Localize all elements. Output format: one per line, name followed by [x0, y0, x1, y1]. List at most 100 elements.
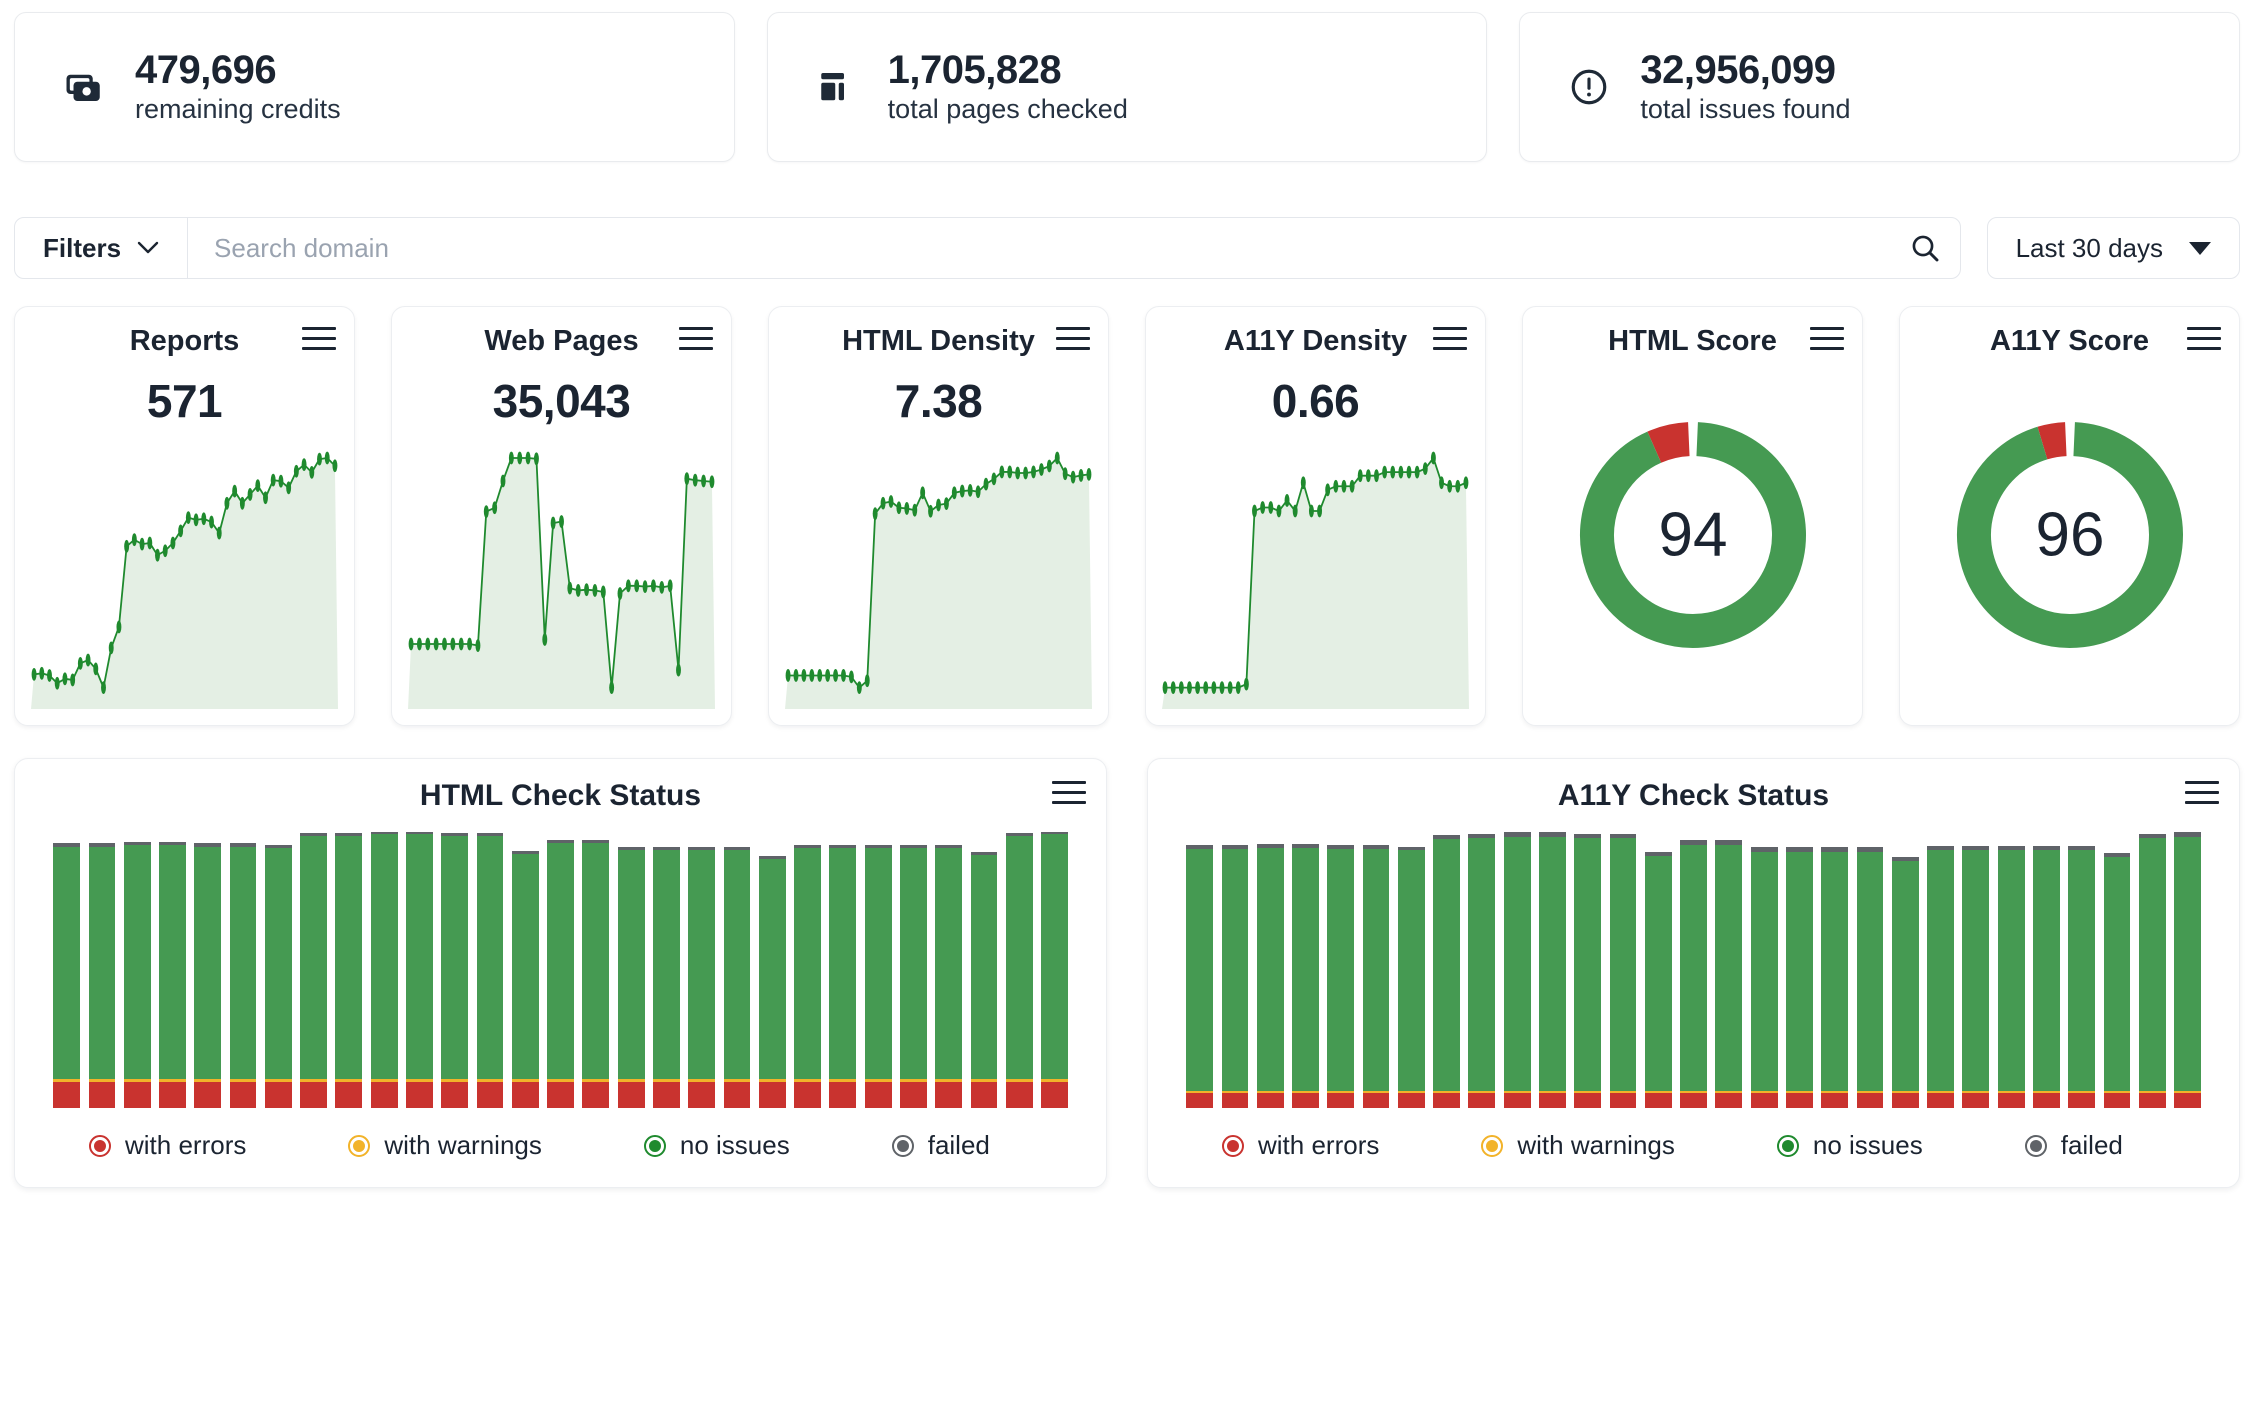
stacked-bar[interactable] — [1644, 851, 1672, 1109]
bar-slot[interactable] — [2170, 831, 2205, 1108]
bar-slot[interactable] — [2135, 831, 2170, 1108]
hamburger-menu-icon[interactable] — [679, 327, 713, 350]
bar-slot[interactable] — [402, 831, 437, 1108]
stacked-bar[interactable] — [1891, 857, 1919, 1108]
bar-slot[interactable] — [649, 831, 684, 1108]
stacked-bar[interactable] — [617, 846, 645, 1108]
stacked-bar[interactable] — [1292, 843, 1319, 1108]
stacked-bar[interactable] — [264, 844, 292, 1108]
stacked-bar[interactable] — [1005, 832, 1033, 1108]
bar-slot[interactable] — [1358, 831, 1393, 1108]
stacked-bar[interactable] — [935, 845, 963, 1108]
bar-slot[interactable] — [84, 831, 119, 1108]
stacked-bar[interactable] — [1574, 833, 1602, 1109]
bar-slot[interactable] — [1676, 831, 1711, 1108]
stacked-bar[interactable] — [1609, 833, 1637, 1109]
bar-slot[interactable] — [1002, 831, 1037, 1108]
bar-slot[interactable] — [261, 831, 296, 1108]
bar-slot[interactable] — [755, 831, 790, 1108]
bar-slot[interactable] — [1958, 831, 1993, 1108]
bar-slot[interactable] — [1605, 831, 1640, 1108]
bar-slot[interactable] — [1782, 831, 1817, 1108]
stacked-bar[interactable] — [899, 845, 927, 1108]
bar-slot[interactable] — [1852, 831, 1887, 1108]
stacked-bar[interactable] — [1256, 843, 1284, 1108]
stacked-bar[interactable] — [829, 845, 857, 1108]
bar-slot[interactable] — [684, 831, 719, 1108]
stacked-bar[interactable] — [1997, 845, 2025, 1108]
stacked-bar[interactable] — [1715, 840, 1743, 1108]
bar-slot[interactable] — [2099, 831, 2134, 1108]
bar-slot[interactable] — [367, 831, 402, 1108]
stacked-bar[interactable] — [1750, 847, 1778, 1108]
bar-slot[interactable] — [225, 831, 260, 1108]
search-input[interactable] — [188, 232, 1890, 264]
bar-slot[interactable] — [49, 831, 84, 1108]
stacked-bar[interactable] — [123, 842, 151, 1108]
legend-item-with-warnings[interactable]: with warnings — [1481, 1130, 1675, 1161]
stacked-bar[interactable] — [1680, 840, 1707, 1108]
stacked-bar[interactable] — [1468, 833, 1496, 1109]
bar-slot[interactable] — [1464, 831, 1499, 1108]
bar-slot[interactable] — [1500, 831, 1535, 1108]
bar-slot[interactable] — [1747, 831, 1782, 1108]
stacked-bar[interactable] — [88, 843, 116, 1108]
stacked-bar[interactable] — [688, 846, 716, 1108]
bar-slot[interactable] — [578, 831, 613, 1108]
bar-slot[interactable] — [1288, 831, 1323, 1108]
bar-slot[interactable] — [190, 831, 225, 1108]
stacked-bar[interactable] — [476, 832, 504, 1108]
bar-slot[interactable] — [931, 831, 966, 1108]
hamburger-menu-icon[interactable] — [1052, 781, 1086, 804]
hamburger-menu-icon[interactable] — [302, 327, 336, 350]
bar-slot[interactable] — [1817, 831, 1852, 1108]
bar-slot[interactable] — [1323, 831, 1358, 1108]
hamburger-menu-icon[interactable] — [2187, 327, 2221, 350]
bar-slot[interactable] — [508, 831, 543, 1108]
bar-slot[interactable] — [155, 831, 190, 1108]
bar-slot[interactable] — [1641, 831, 1676, 1108]
stacked-bar[interactable] — [370, 831, 398, 1108]
bar-slot[interactable] — [1037, 831, 1072, 1108]
legend-item-failed[interactable]: failed — [891, 1130, 990, 1161]
bar-slot[interactable] — [2029, 831, 2064, 1108]
stacked-bar[interactable] — [794, 845, 821, 1108]
bar-slot[interactable] — [1535, 831, 1570, 1108]
bar-slot[interactable] — [1711, 831, 1746, 1108]
bar-slot[interactable] — [472, 831, 507, 1108]
bar-slot[interactable] — [790, 831, 825, 1108]
stacked-bar[interactable] — [1927, 845, 1954, 1108]
hamburger-menu-icon[interactable] — [1433, 327, 1467, 350]
bar-slot[interactable] — [1888, 831, 1923, 1108]
stacked-bar[interactable] — [1856, 847, 1884, 1108]
bar-slot[interactable] — [825, 831, 860, 1108]
bar-slot[interactable] — [1993, 831, 2028, 1108]
stacked-bar[interactable] — [159, 842, 186, 1108]
stacked-bar[interactable] — [864, 845, 892, 1108]
bar-slot[interactable] — [966, 831, 1001, 1108]
stacked-bar[interactable] — [53, 843, 81, 1108]
hamburger-menu-icon[interactable] — [2185, 781, 2219, 804]
stacked-bar[interactable] — [1503, 832, 1531, 1108]
bar-slot[interactable] — [1182, 831, 1217, 1108]
bar-slot[interactable] — [1217, 831, 1252, 1108]
stacked-bar[interactable] — [229, 843, 257, 1108]
bar-slot[interactable] — [120, 831, 155, 1108]
stacked-bar[interactable] — [582, 839, 610, 1108]
legend-item-with-errors[interactable]: with errors — [1222, 1130, 1379, 1161]
bar-slot[interactable] — [296, 831, 331, 1108]
stacked-bar[interactable] — [1962, 845, 1990, 1108]
bar-slot[interactable] — [860, 831, 895, 1108]
bar-slot[interactable] — [543, 831, 578, 1108]
stacked-bar[interactable] — [1397, 846, 1425, 1108]
stacked-bar[interactable] — [1221, 845, 1249, 1108]
legend-item-with-errors[interactable]: with errors — [89, 1130, 246, 1161]
bar-slot[interactable] — [331, 831, 366, 1108]
legend-item-with-warnings[interactable]: with warnings — [348, 1130, 542, 1161]
search-icon[interactable] — [1890, 218, 1960, 278]
stacked-bar[interactable] — [300, 832, 328, 1108]
bar-slot[interactable] — [1253, 831, 1288, 1108]
stacked-bar[interactable] — [1786, 847, 1813, 1108]
stacked-bar[interactable] — [547, 839, 574, 1108]
stacked-bar[interactable] — [1362, 845, 1390, 1108]
